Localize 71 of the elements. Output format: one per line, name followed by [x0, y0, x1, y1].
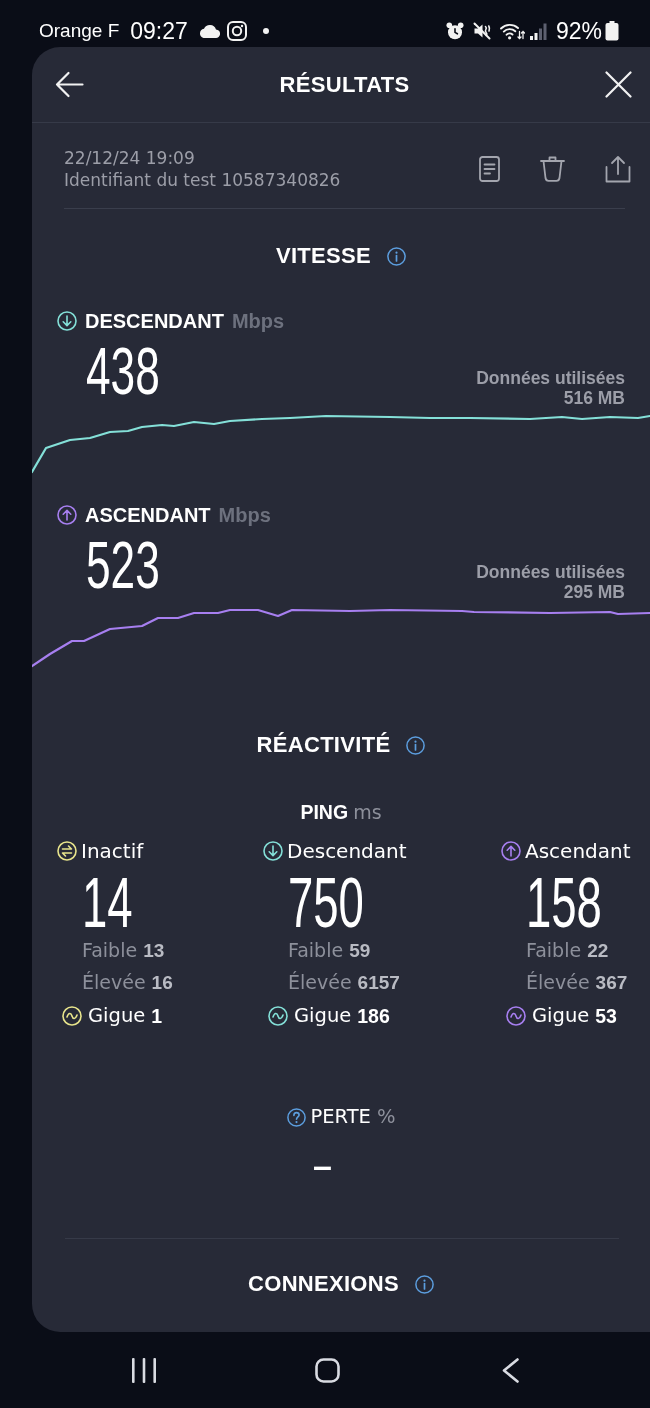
ping-type-label: Descendant	[287, 839, 407, 863]
clock-time: 09:27	[130, 17, 188, 46]
jitter-value: 186	[357, 1004, 390, 1029]
stat-label: Élevée	[526, 971, 590, 993]
mute-icon	[472, 22, 491, 40]
section-title: VITESSE	[276, 242, 371, 270]
stat-value: 59	[349, 940, 371, 961]
wave-icon	[62, 1006, 82, 1026]
battery-icon	[605, 21, 619, 41]
speed-direction-label: DESCENDANT	[85, 309, 224, 333]
data-used-amount: 516 MB	[562, 388, 625, 408]
document-icon[interactable]	[479, 156, 500, 182]
battery-percent: 92%	[555, 17, 602, 46]
trash-icon[interactable]	[540, 156, 565, 182]
stat-label: Faible	[288, 939, 344, 961]
stat-label: Faible	[526, 939, 582, 961]
alarm-clock-icon	[445, 22, 464, 40]
signal-icon	[529, 22, 547, 40]
test-date: 22/12/24 19:09	[64, 147, 196, 169]
stat-value: 367	[595, 972, 628, 993]
loss-label: PERTE	[310, 1105, 371, 1129]
jitter-label: Gigue	[294, 1003, 352, 1029]
cloud-icon	[197, 24, 220, 38]
camera-icon	[226, 21, 247, 41]
ping-type-label: Ascendant	[525, 839, 631, 863]
loss-value: –	[313, 1150, 332, 1180]
ping-value: 750	[288, 868, 364, 938]
back-arrow-icon[interactable]	[55, 71, 84, 98]
wifi-icon	[499, 22, 525, 40]
jitter-value: 53	[595, 1004, 617, 1029]
unit-label: Mbps	[218, 503, 271, 527]
stat-value: 13	[143, 940, 165, 961]
home-icon[interactable]	[315, 1357, 340, 1383]
stat-label: Élevée	[288, 971, 352, 993]
jitter-label: Gigue	[88, 1003, 146, 1029]
wave-icon	[268, 1006, 288, 1026]
jitter-label: Gigue	[532, 1003, 590, 1029]
data-used-label: Données utilisées	[476, 562, 625, 582]
jitter-value: 1	[151, 1004, 163, 1029]
page-title: RÉSULTATS	[278, 70, 411, 99]
ping-value: 14	[82, 868, 133, 938]
stat-value: 22	[587, 940, 609, 961]
info-icon[interactable]	[387, 246, 406, 266]
unit-label: %	[376, 1105, 396, 1129]
recent-apps-icon[interactable]	[132, 1357, 156, 1383]
speed-direction-label: ASCENDANT	[85, 503, 211, 527]
speed-value: 523	[86, 532, 160, 598]
stat-label: Faible	[82, 939, 138, 961]
stat-label: Élevée	[82, 971, 146, 993]
share-icon[interactable]	[605, 155, 631, 183]
section-title: RÉACTIVITÉ	[256, 731, 391, 759]
speed-value: 438	[86, 338, 160, 404]
dot-icon	[262, 28, 269, 34]
stat-value: 6157	[357, 972, 400, 993]
stat-value: 16	[151, 972, 173, 993]
wave-icon	[506, 1006, 526, 1026]
test-id: Identifiant du test 10587340826	[64, 169, 342, 191]
ping-type-label: Inactif	[81, 839, 144, 863]
ping-value: 158	[526, 868, 602, 938]
question-mark-icon[interactable]	[286, 1107, 306, 1127]
close-icon[interactable]	[605, 71, 632, 98]
data-used-label: Données utilisées	[476, 368, 625, 388]
back-icon[interactable]	[502, 1357, 519, 1383]
info-icon[interactable]	[406, 735, 426, 755]
ping-label: PING	[300, 800, 349, 824]
unit-label: ms	[353, 800, 382, 824]
data-used-amount: 295 MB	[562, 582, 625, 602]
carrier-name: Orange F	[39, 19, 120, 43]
section-title: CONNEXIONS	[248, 1270, 399, 1298]
unit-label: Mbps	[231, 309, 285, 333]
info-icon[interactable]	[414, 1274, 434, 1294]
